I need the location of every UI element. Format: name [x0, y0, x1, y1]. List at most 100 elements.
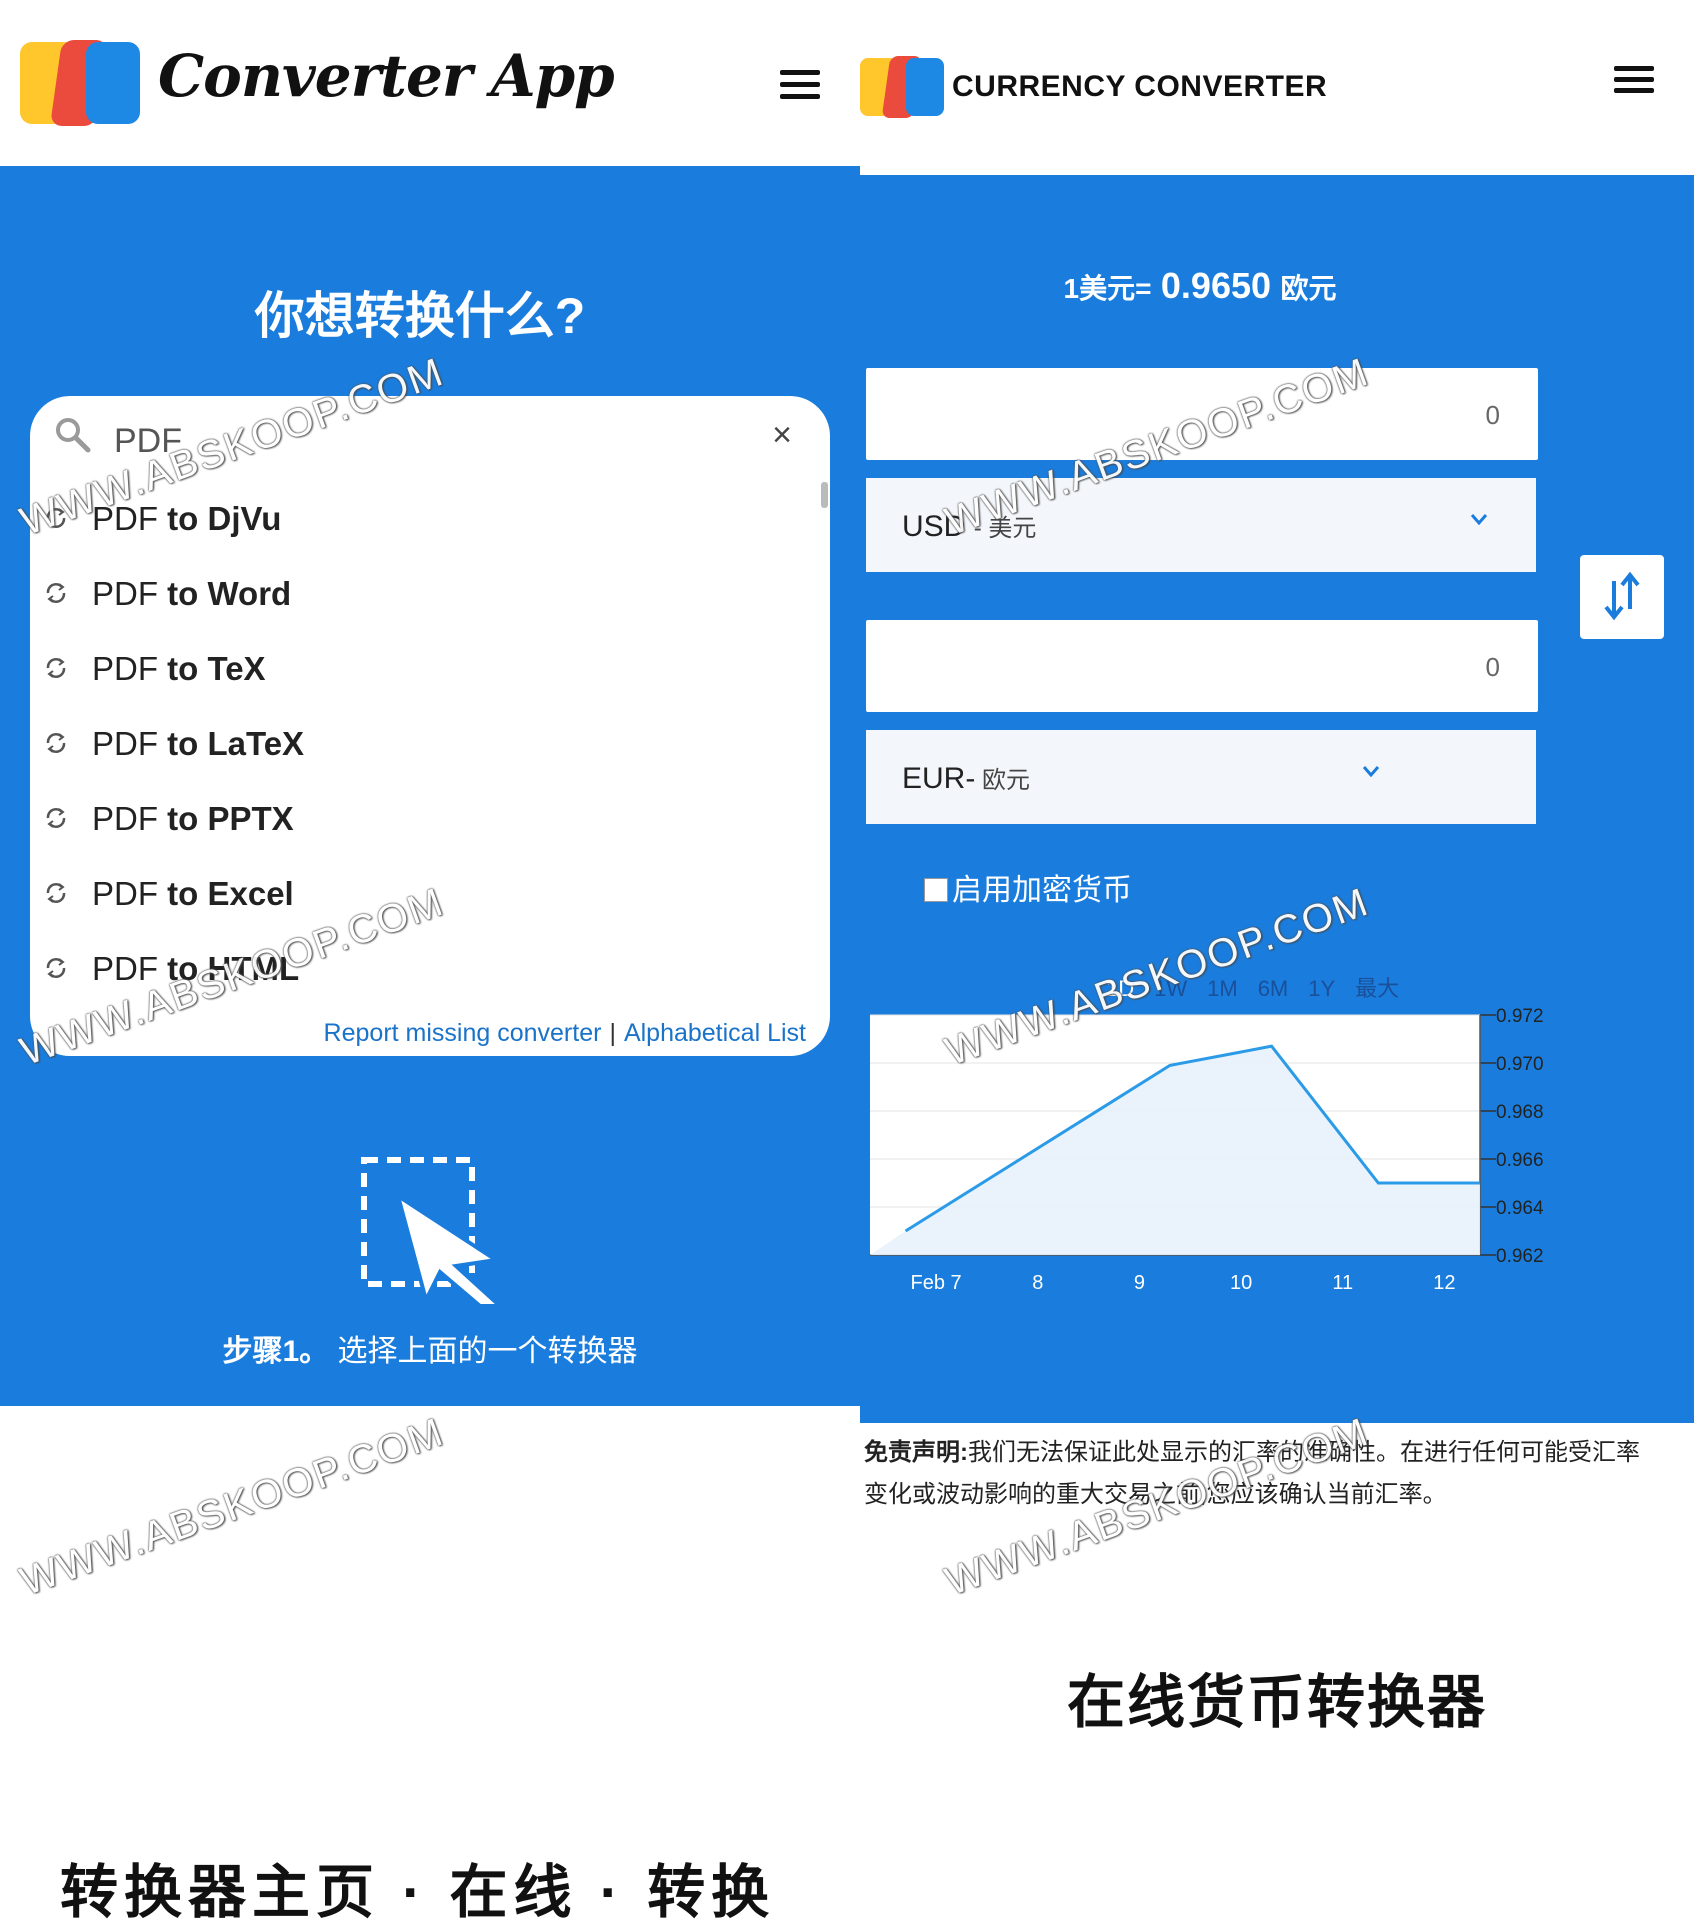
y-tick-label: 0.966	[1496, 1150, 1544, 1171]
y-tick-label: 0.968	[1496, 1102, 1544, 1123]
disclaimer-text: 我们无法保证此处显示的汇率的准确性。在进行任何可能受汇率变化或波动影响的重大交易…	[864, 1439, 1640, 1508]
menu-icon[interactable]	[1614, 66, 1654, 96]
section-heading: 在线货币转换器	[1066, 1670, 1487, 1735]
step-instruction: 步骤1。 选择上面的一个转换器	[0, 1326, 860, 1370]
convert-icon	[46, 658, 66, 678]
currency-converter-title: CURRENCY CONVERTER	[952, 70, 1328, 103]
enable-crypto-toggle: 启用加密货币	[924, 865, 1132, 909]
convert-icon	[46, 583, 66, 603]
chevron-down-icon	[1470, 514, 1488, 526]
result-label: PDF to HTML	[92, 950, 299, 988]
page-title: 你想转换什么?	[254, 288, 586, 344]
from-currency-code: USD	[902, 510, 966, 543]
result-source: PDF	[92, 500, 168, 537]
result-target: to PPTX	[167, 800, 294, 837]
y-tick-label: 0.964	[1496, 1198, 1544, 1219]
search-result-item[interactable]: PDF to PPTX	[30, 792, 790, 852]
convert-icon	[46, 883, 66, 903]
convert-icon	[46, 733, 66, 753]
result-label: PDF to TeX	[92, 650, 266, 688]
result-source: PDF	[92, 575, 168, 612]
y-tick-label: 0.970	[1496, 1054, 1544, 1075]
convert-icon	[46, 508, 66, 528]
result-target: to Word	[167, 575, 292, 612]
result-target: to LaTeX	[167, 725, 305, 762]
search-result-item[interactable]: PDF to DjVu	[30, 492, 790, 552]
exchange-rate: 1美元= 0.9650 欧元	[860, 265, 1540, 307]
scrollbar[interactable]	[821, 482, 828, 508]
swap-arrows-icon	[1604, 571, 1640, 621]
result-target: to Excel	[167, 875, 294, 912]
amount-from-box	[866, 368, 1540, 462]
from-currency-name: - 美元	[973, 515, 1037, 542]
search-result-item[interactable]: PDF to LaTeX	[30, 717, 790, 777]
result-target: to TeX	[167, 650, 266, 687]
currency-converter-section: 1美元= 0.9650 欧元 USD - 美元 EUR- 欧元 启用加密货币 1…	[860, 175, 1694, 1423]
convert-icon	[46, 958, 66, 978]
disclaimer-label: 免责声明:	[864, 1439, 968, 1466]
converter-app-header: Converter App	[0, 0, 860, 166]
result-source: PDF	[92, 650, 168, 687]
result-label: PDF to PPTX	[92, 800, 294, 838]
result-source: PDF	[92, 875, 168, 912]
converter-search-section: 你想转换什么? × PDF to DjVuPDF to WordPDF to T…	[0, 166, 860, 1406]
result-source: PDF	[92, 800, 168, 837]
result-target: to HTML	[167, 950, 300, 987]
search-icon	[56, 418, 91, 453]
to-currency-label: EUR- 欧元	[902, 760, 1030, 796]
clear-search-icon[interactable]: ×	[772, 416, 792, 455]
result-target: to DjVu	[167, 500, 282, 537]
dropdown-links: Report missing converter | Alphabetical Li…	[324, 1019, 806, 1048]
search-result-item[interactable]: PDF to TeX	[30, 642, 790, 702]
rate-value: 0.9650	[1160, 265, 1272, 306]
currency-logo-tiles[interactable]	[860, 56, 944, 118]
report-missing-converter-link[interactable]: Report missing converter	[324, 1019, 602, 1047]
y-tick-label: 0.972	[1496, 1006, 1544, 1027]
crypto-label: 启用加密货币	[952, 874, 1132, 907]
result-label: PDF to Word	[92, 575, 291, 613]
y-tick-label: 0.962	[1496, 1246, 1544, 1267]
x-tick-label: 12	[1433, 1272, 1455, 1294]
result-source: PDF	[92, 950, 168, 987]
convert-icon	[46, 808, 66, 828]
search-results-dropdown: PDF to DjVu PDF to Word PDF to TeX PDF to L…	[30, 482, 830, 1056]
x-tick-label: 8	[1032, 1272, 1043, 1294]
converter-app-logo[interactable]	[20, 40, 140, 126]
to-currency-name: 欧元	[975, 767, 1031, 794]
watermark: WWW.ABSKOOP.COM	[14, 1409, 450, 1605]
select-converter-illustration	[361, 1157, 503, 1306]
step-label: 步骤1。	[222, 1335, 330, 1368]
x-tick-label: 11	[1332, 1272, 1353, 1294]
alphabetical-list-link[interactable]: Alphabetical List	[624, 1019, 806, 1047]
x-tick-label: 10	[1230, 1272, 1252, 1294]
x-tick-label: 9	[1134, 1272, 1145, 1294]
search-box: ×	[30, 396, 830, 483]
amount-to-box	[866, 620, 1540, 714]
result-label: PDF to DjVu	[92, 500, 281, 538]
crypto-checkbox[interactable]	[924, 878, 948, 902]
step-text: 选择上面的一个转换器	[337, 1335, 638, 1368]
amount-from-input[interactable]	[866, 368, 1540, 462]
search-result-item[interactable]: PDF to Excel	[30, 867, 790, 927]
search-input[interactable]	[112, 418, 756, 464]
search-result-item[interactable]: PDF to HTML	[30, 942, 790, 1002]
to-currency-select[interactable]: EUR- 欧元	[866, 730, 1536, 824]
swap-currencies-button[interactable]	[1580, 555, 1664, 639]
x-tick-label: Feb 7	[911, 1272, 962, 1294]
from-currency-select[interactable]: USD - 美元	[866, 478, 1536, 572]
amount-to-input[interactable]	[866, 620, 1540, 714]
menu-icon[interactable]	[780, 70, 820, 100]
disclaimer: 免责声明:我们无法保证此处显示的汇率的准确性。在进行任何可能受汇率变化或波动影响…	[864, 1432, 1654, 1516]
from-currency-label: USD - 美元	[902, 508, 1036, 544]
chevron-down-icon	[1362, 766, 1380, 778]
brand-name: Converter App	[158, 42, 615, 110]
link-separator: |	[609, 1019, 616, 1047]
exchange-rate-chart: 0.972 0.970 0.968 0.966 0.964 0.962 Feb 7 8 9 10 1…	[870, 1006, 1544, 1294]
result-label: PDF to LaTeX	[92, 725, 304, 763]
search-result-item[interactable]: PDF to Word	[30, 567, 790, 627]
rate-suffix: 欧元	[1280, 273, 1337, 304]
result-label: PDF to Excel	[92, 875, 294, 913]
to-currency-code: EUR-	[902, 762, 976, 795]
rate-prefix: 1美元=	[1063, 273, 1152, 304]
result-source: PDF	[92, 725, 168, 762]
